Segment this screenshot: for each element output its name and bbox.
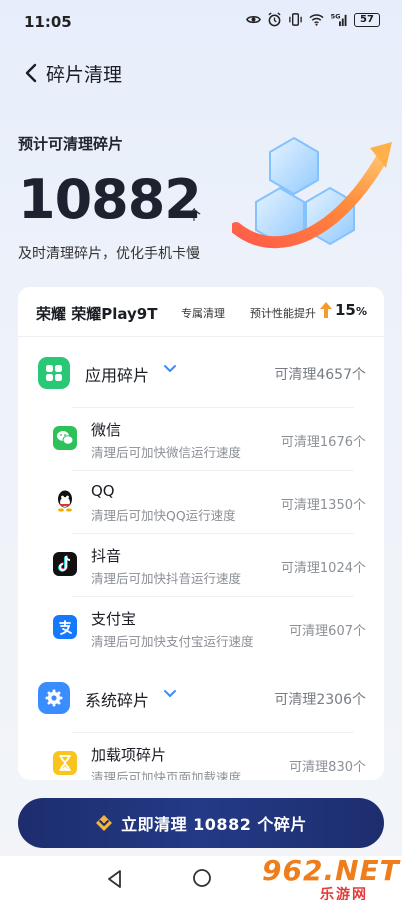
gear-icon	[38, 682, 70, 714]
alipay-icon	[53, 615, 77, 639]
page-header: 碎片清理	[0, 52, 402, 92]
list-item-douyin[interactable]: 抖音 清理后可加快抖音运行速度 可清理1024个	[18, 533, 384, 596]
hero-unit: 个	[187, 208, 201, 224]
group-title: 系统碎片	[85, 691, 150, 710]
status-bar: 11:05 5G 57	[0, 0, 402, 44]
boost-label: 预计性能提升	[250, 307, 316, 320]
item-amount: 可清理1350个	[280, 498, 366, 513]
boost-unit: %	[356, 305, 368, 318]
signal-5g-icon: 5G	[331, 13, 347, 27]
page-title: 碎片清理	[46, 64, 123, 86]
list-item-addon-fragments[interactable]: 加载项碎片 清理后可加快页面加载速度 可清理830个	[18, 732, 384, 780]
vibrate-icon	[289, 13, 302, 26]
clean-now-button[interactable]: 立即清理 10882 个碎片	[18, 798, 384, 848]
battery-indicator: 57	[354, 12, 380, 27]
chevron-down-icon[interactable]	[163, 689, 177, 699]
item-name: QQ	[91, 482, 115, 500]
wechat-icon	[53, 426, 77, 450]
chevron-down-icon[interactable]	[163, 364, 177, 374]
divider	[72, 470, 354, 471]
item-amount: 可清理1676个	[280, 435, 366, 450]
item-name: 支付宝	[91, 610, 137, 628]
hourglass-icon	[53, 751, 77, 775]
divider	[72, 732, 354, 733]
item-description: 清理后可加快微信运行速度	[91, 445, 242, 460]
alarm-icon	[268, 12, 281, 27]
card-header: 荣耀 荣耀Play9T 专属清理 预计性能提升 15 %	[18, 287, 384, 337]
wifi-icon	[309, 14, 324, 26]
nav-back-icon[interactable]	[104, 868, 126, 890]
item-amount: 可清理607个	[289, 624, 366, 639]
app-grid-icon	[38, 357, 70, 389]
item-amount: 可清理830个	[289, 760, 366, 775]
group-app-fragments[interactable]: 应用碎片 可清理4657个	[18, 337, 384, 407]
status-icons: 5G 57	[246, 12, 380, 27]
group-amount: 可清理4657个	[274, 367, 366, 383]
hero-label: 预计可清理碎片	[18, 135, 124, 153]
diamond-chevron-icon	[96, 815, 113, 831]
arrow-up-icon	[320, 302, 332, 318]
watermark-logo: 962.NET 乐游网	[262, 852, 402, 900]
clean-now-label: 立即清理 10882 个碎片	[121, 815, 307, 834]
back-button[interactable]	[18, 60, 44, 86]
item-description: 清理后可加快抖音运行速度	[91, 571, 242, 586]
hero-subtitle: 及时清理碎片，优化手机卡慢	[18, 246, 200, 262]
group-amount: 可清理2306个	[274, 692, 366, 708]
chevron-left-icon	[25, 63, 37, 83]
watermark-sub: 乐游网	[320, 887, 368, 900]
douyin-icon	[53, 552, 77, 576]
item-name: 加载项碎片	[91, 746, 167, 764]
group-title: 应用碎片	[85, 366, 150, 385]
watermark-brand: 962.NET	[262, 854, 400, 887]
boost-value: 15	[335, 301, 356, 319]
item-description: 清理后可加快支付宝运行速度	[91, 634, 254, 649]
hero-count: 10882	[18, 168, 202, 231]
item-description: 清理后可加快QQ运行速度	[91, 508, 236, 523]
cleanup-card: 荣耀 荣耀Play9T 专属清理 预计性能提升 15 % 应用碎片 可清理465…	[18, 287, 384, 780]
device-name: 荣耀 荣耀Play9T	[36, 305, 158, 323]
nav-home-icon[interactable]	[192, 868, 212, 888]
divider	[72, 533, 354, 534]
divider	[72, 596, 354, 597]
item-amount: 可清理1024个	[280, 561, 366, 576]
group-system-fragments[interactable]: 系统碎片 可清理2306个	[18, 662, 384, 732]
item-name: 抖音	[91, 547, 122, 565]
item-description: 清理后可加快页面加载速度	[91, 770, 242, 780]
item-name: 微信	[91, 421, 122, 439]
status-time: 11:05	[24, 13, 72, 31]
eye-icon	[246, 15, 261, 24]
divider	[72, 407, 354, 408]
device-tag: 专属清理	[181, 307, 225, 320]
hexagon-boost-illustration	[232, 136, 392, 249]
signal-label: 5G	[331, 13, 341, 21]
qq-icon	[53, 489, 77, 513]
list-item-qq[interactable]: QQ 清理后可加快QQ运行速度 可清理1350个	[18, 470, 384, 533]
list-item-alipay[interactable]: 支付宝 清理后可加快支付宝运行速度 可清理607个	[18, 596, 384, 659]
list-item-wechat[interactable]: 微信 清理后可加快微信运行速度 可清理1676个	[18, 407, 384, 470]
